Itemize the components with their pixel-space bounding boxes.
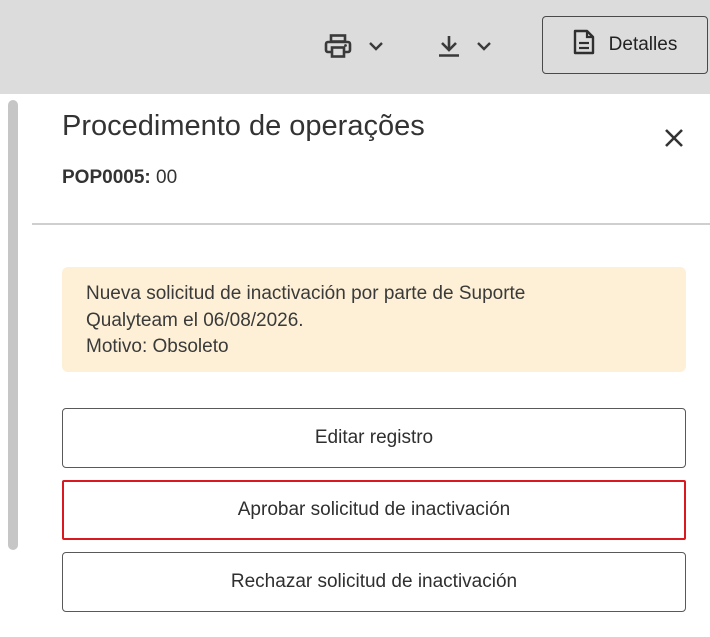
record-code: POP0005: 00	[62, 167, 177, 189]
notice-line: Nueva solicitud de inactivación por part…	[86, 283, 526, 304]
reject-inactivation-label: Rechazar solicitud de inactivación	[230, 571, 518, 592]
notice-reason: Motivo: Obsoleto	[86, 336, 229, 357]
record-code-value: 00	[156, 167, 178, 188]
record-code-label: POP0005:	[62, 167, 151, 188]
toolbar: Detalles	[0, 0, 710, 94]
print-menu-button[interactable]	[324, 28, 384, 64]
close-icon	[660, 129, 688, 156]
inactivation-notice: Nueva solicitud de inactivación por part…	[62, 267, 686, 372]
download-menu-button[interactable]	[438, 28, 492, 64]
panel-title: Procedimento de operações	[62, 110, 425, 142]
document-icon	[573, 29, 595, 61]
scrollbar[interactable]	[8, 100, 18, 550]
close-button[interactable]	[660, 124, 688, 152]
edit-record-label: Editar registro	[314, 427, 434, 448]
download-icon	[438, 34, 460, 58]
chevron-down-icon	[476, 41, 492, 51]
details-label: Detalles	[608, 34, 678, 55]
divider	[32, 223, 710, 225]
edit-record-button[interactable]: Editar registro	[62, 408, 686, 468]
approve-inactivation-label: Aprobar solicitud de inactivación	[237, 499, 511, 520]
details-button[interactable]: Detalles	[542, 16, 708, 74]
reject-inactivation-button[interactable]: Rechazar solicitud de inactivación	[62, 552, 686, 612]
chevron-down-icon	[368, 41, 384, 51]
approve-inactivation-button[interactable]: Aprobar solicitud de inactivación	[62, 480, 686, 540]
printer-icon	[324, 34, 352, 58]
notice-line: Qualyteam el 06/08/2026.	[86, 309, 304, 331]
